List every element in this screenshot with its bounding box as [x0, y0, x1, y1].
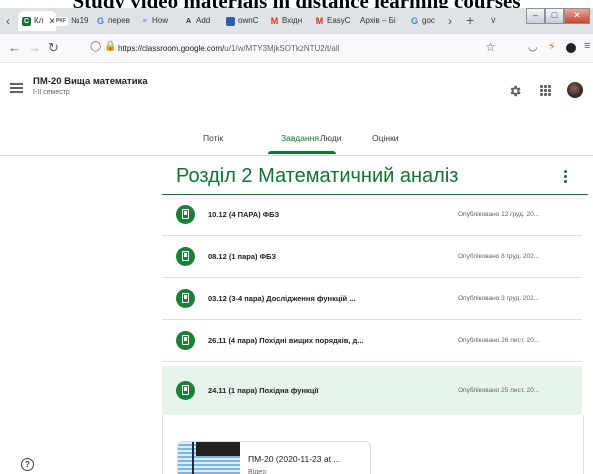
item-title: 26.11 (4 пара) Похідні вищих порядків, д…: [208, 336, 364, 345]
more-options-icon[interactable]: [564, 170, 567, 185]
google-icon: G: [410, 15, 418, 26]
shield-icon[interactable]: ◯: [90, 41, 101, 52]
tab-label: Кл: [34, 16, 44, 25]
video-thumbnail[interactable]: [178, 442, 240, 474]
tab-favicon: C: [22, 16, 31, 26]
tab-scroll-left-icon[interactable]: ‹: [6, 14, 10, 28]
browser-window: ‹ C Кл ✕ PKF №19 G перев ≡ How A Add own…: [0, 8, 593, 474]
browser-tab[interactable]: G перев: [96, 11, 138, 31]
close-window-button[interactable]: ✕: [564, 8, 590, 24]
material-icon: [176, 381, 195, 400]
tab-favicon: PKF: [54, 16, 68, 26]
forward-arrow-icon[interactable]: →: [28, 40, 41, 55]
item-title: 10.12 (4 ПАРА) ФБЗ: [208, 210, 280, 219]
list-item-expanded[interactable]: 24.11 (1 пара) Похідна функції Опубліков…: [162, 366, 582, 415]
tab-label: ownC: [238, 16, 259, 25]
item-title: 08.12 (1 пара) ФБЗ: [208, 252, 277, 261]
item-title: 24.11 (1 пара) Похідна функції: [208, 386, 319, 395]
classroom-header: ПМ-20 Вища математика I-II семестр Потік…: [0, 63, 593, 156]
browser-tab[interactable]: ≡ How: [140, 11, 178, 31]
material-icon: [176, 331, 195, 350]
tab-people[interactable]: Люди: [320, 133, 341, 143]
course-subtitle: I-II семестр: [33, 89, 70, 96]
item-published-date: Опубліковано 26 лист. 20...: [458, 337, 540, 344]
menu-icon[interactable]: ≡: [584, 40, 590, 52]
gmail-icon: M: [315, 15, 324, 26]
tab-label: №19: [71, 16, 89, 25]
item-published-date: Опубліковано 25 лист. 20...: [458, 387, 540, 394]
help-icon[interactable]: ?: [21, 458, 34, 471]
gmail-icon: M: [270, 15, 279, 26]
browser-toolbar: ← → ↻ ◯ 🔒 https://classroom.google.com/u…: [0, 34, 593, 63]
pocket-icon[interactable]: ◡: [528, 40, 538, 53]
video-attachment[interactable]: ПМ-20 (2020-11-23 at ... Відео: [177, 441, 371, 474]
tab-label: Архів – Бі: [360, 16, 396, 25]
tab-scroll-right-icon[interactable]: ›: [448, 14, 452, 28]
tab-label: EasyC: [327, 16, 351, 25]
browser-tab[interactable]: Архів – Бі: [360, 11, 404, 31]
browser-tab[interactable]: M Вхідн: [270, 11, 310, 31]
attachment-title: ПМ-20 (2020-11-23 at ...: [248, 454, 341, 464]
material-icon: [176, 247, 195, 266]
hamburger-menu-icon[interactable]: [10, 83, 23, 93]
tab-label: Вхідн: [282, 16, 303, 25]
tab-classwork[interactable]: Завдання: [281, 133, 319, 143]
tab-label: Add: [196, 16, 211, 25]
browser-tab-classroom[interactable]: C Кл ✕: [18, 11, 56, 31]
tab-favicon: [226, 16, 235, 26]
tab-grades[interactable]: Оцінки: [372, 133, 399, 143]
active-tab-indicator: [268, 151, 336, 154]
tab-list-chevron-icon[interactable]: ∨: [490, 15, 497, 26]
url-prefix: https://classroom.google.com/: [118, 44, 225, 53]
tab-stream[interactable]: Потік: [203, 133, 223, 143]
item-published-date: Опубліковано 12 груд. 20...: [458, 211, 540, 218]
material-icon: [176, 289, 195, 308]
browser-tab[interactable]: PKF №19: [54, 11, 94, 31]
reload-icon[interactable]: ↻: [48, 40, 59, 56]
maximize-button[interactable]: □: [545, 8, 564, 24]
extension-icon[interactable]: ⚡: [548, 40, 556, 53]
tab-favicon: ≡: [142, 17, 147, 25]
tab-strip: ‹ C Кл ✕ PKF №19 G перев ≡ How A Add own…: [0, 8, 593, 34]
list-item[interactable]: 26.11 (4 пара) Похідні вищих порядків, д…: [162, 321, 582, 362]
material-details: ПМ-20 (2020-11-23 at ... Відео: [162, 415, 584, 474]
list-item[interactable]: 08.12 (1 пара) ФБЗ Опубліковано 8 груд. …: [162, 237, 582, 278]
apps-grid-icon[interactable]: [540, 85, 551, 96]
new-tab-icon[interactable]: +: [466, 12, 474, 28]
lock-icon[interactable]: 🔒: [104, 41, 116, 52]
item-published-date: Опубліковано 8 груд. 202...: [458, 253, 540, 260]
gear-icon[interactable]: [508, 84, 522, 98]
item-published-date: Опубліковано 3 груд. 202...: [458, 295, 540, 302]
google-icon: G: [96, 15, 104, 26]
browser-tab[interactable]: G goc: [410, 11, 442, 31]
list-item[interactable]: 10.12 (4 ПАРА) ФБЗ Опубліковано 12 груд.…: [162, 195, 582, 236]
browser-tab[interactable]: A Add: [184, 11, 220, 31]
tab-favicon: A: [185, 17, 192, 25]
url-text[interactable]: https://classroom.google.com/u/1/w/MTY3M…: [118, 44, 339, 53]
browser-tab[interactable]: ownC: [226, 11, 264, 31]
material-icon: [176, 205, 195, 224]
item-title: 03.12 (3-4 пара) Дослідження функцій ...: [208, 294, 356, 303]
list-item[interactable]: 03.12 (3-4 пара) Дослідження функцій ...…: [162, 279, 582, 320]
browser-tab[interactable]: M EasyC: [315, 11, 355, 31]
url-path: u/1/w/MTY3MjkSOTkzNTU2/t/all: [224, 44, 340, 53]
avatar[interactable]: [567, 82, 583, 98]
tab-label: goc: [422, 16, 435, 25]
minimize-button[interactable]: –: [526, 8, 545, 24]
attachment-type: Відео: [248, 469, 267, 474]
tab-label: How: [152, 16, 169, 25]
section-title: Розділ 2 Математичний аналіз: [176, 165, 459, 187]
extension-icon[interactable]: [566, 43, 576, 53]
back-arrow-icon[interactable]: ←: [8, 40, 21, 55]
course-title[interactable]: ПМ-20 Вища математика: [33, 76, 148, 87]
tab-label: перев: [108, 16, 130, 25]
bookmark-star-icon[interactable]: ☆: [485, 40, 496, 54]
